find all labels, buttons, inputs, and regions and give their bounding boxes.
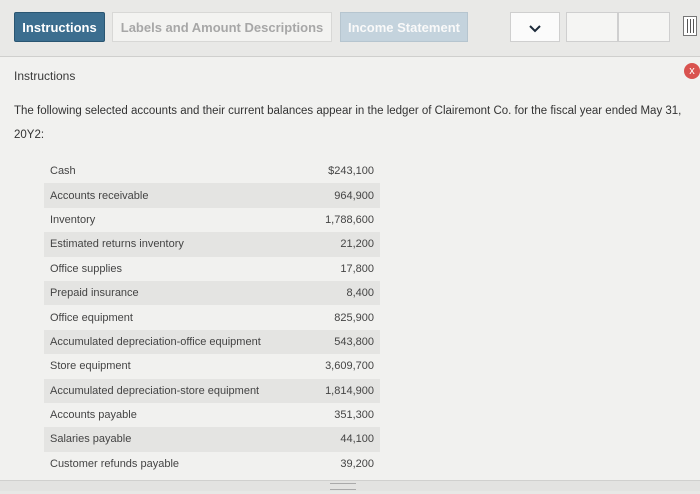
account-amount: 17,800 xyxy=(340,262,374,275)
table-row: Office supplies 17,800 xyxy=(44,257,380,281)
account-amount: 351,300 xyxy=(334,409,374,422)
account-name: Salaries payable xyxy=(50,433,132,446)
account-name: Accounts payable xyxy=(50,409,137,422)
table-row: Accounts receivable 964,900 xyxy=(44,183,380,208)
account-name: Accumulated depreciation-office equipmen… xyxy=(50,335,261,348)
table-row: Accounts payable 351,300 xyxy=(44,403,380,427)
account-amount: 1,814,900 xyxy=(325,384,374,397)
account-amount: 8,400 xyxy=(346,287,374,300)
tab-labels-and-amount-descriptions[interactable]: Labels and Amount Descriptions xyxy=(112,12,332,42)
account-name: Customer refunds payable xyxy=(50,457,180,470)
account-amount: 21,200 xyxy=(340,238,374,251)
scrollbar-thumb[interactable] xyxy=(330,483,356,490)
account-name: Estimated returns inventory xyxy=(50,238,184,251)
table-row: Store equipment 3,609,700 xyxy=(44,354,380,378)
table-row: Customer refunds payable 39,200 xyxy=(44,452,380,476)
account-name: Store equipment xyxy=(50,360,131,373)
account-name: Office supplies xyxy=(50,262,122,275)
close-icon: x xyxy=(689,65,695,77)
account-name: Office equipment xyxy=(50,311,133,324)
tab-income-statement[interactable]: Income Statement xyxy=(340,12,468,42)
account-amount: 3,609,700 xyxy=(325,360,374,373)
account-amount: 964,900 xyxy=(334,189,374,202)
account-amount: 44,100 xyxy=(340,433,374,446)
account-balances-table: Cash $243,100 Accounts receivable 964,900 In… xyxy=(44,159,380,476)
table-row: Inventory 1,788,600 xyxy=(44,208,380,232)
table-row: Estimated returns inventory 21,200 xyxy=(44,232,380,257)
instructions-text: The following selected accounts and thei… xyxy=(14,105,682,141)
account-amount: $243,100 xyxy=(328,165,374,178)
table-row: Accumulated depreciation-store equipment… xyxy=(44,378,380,403)
empty-tab-slot xyxy=(566,12,618,42)
horizontal-scrollbar[interactable] xyxy=(0,480,700,491)
table-row: Prepaid insurance 8,400 xyxy=(44,280,380,306)
tab-bar: Instructions Labels and Amount Descripti… xyxy=(0,0,700,50)
account-name: Prepaid insurance xyxy=(50,287,139,300)
table-row: Cash $243,100 xyxy=(44,159,380,183)
account-amount: 543,800 xyxy=(334,335,374,348)
account-name: Inventory xyxy=(50,213,96,226)
panel-grip-icon[interactable] xyxy=(683,16,697,36)
tab-dropdown-button[interactable] xyxy=(510,12,560,42)
account-name: Accounts receivable xyxy=(50,189,149,202)
table-row: Salaries payable 44,100 xyxy=(44,427,380,452)
account-name: Accumulated depreciation-store equipment xyxy=(50,384,260,397)
account-amount: 825,900 xyxy=(334,311,374,324)
instructions-panel: Instructions x The following selected ac… xyxy=(0,56,700,491)
account-amount: 39,200 xyxy=(340,457,374,470)
account-name: Cash xyxy=(50,165,76,178)
panel-title: Instructions xyxy=(14,69,76,83)
empty-tab-slot xyxy=(618,12,670,42)
tab-instructions[interactable]: Instructions xyxy=(14,12,105,42)
table-row: Accumulated depreciation-office equipmen… xyxy=(44,329,380,355)
chevron-down-icon xyxy=(529,24,541,32)
account-amount: 1,788,600 xyxy=(325,213,374,226)
table-row: Office equipment 825,900 xyxy=(44,305,380,329)
close-button[interactable]: x xyxy=(684,63,700,79)
